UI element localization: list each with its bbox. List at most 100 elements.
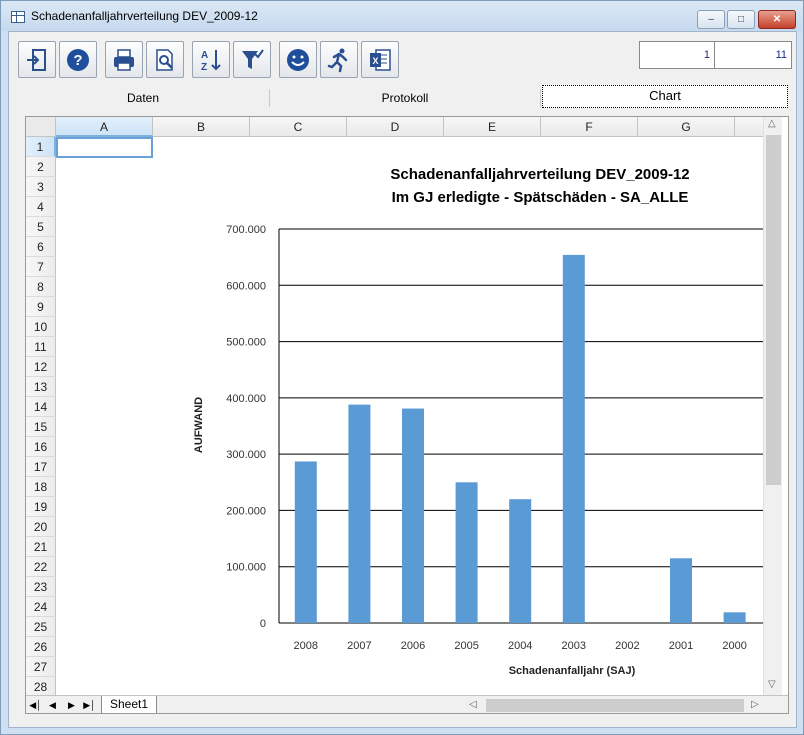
- row-header-1[interactable]: 1: [26, 137, 56, 157]
- row-header-26[interactable]: 26: [26, 637, 56, 657]
- chart-title: Schadenanfalljahrverteilung DEV_2009-12: [390, 166, 689, 183]
- row-header-6[interactable]: 6: [26, 237, 56, 257]
- excel-button[interactable]: X: [361, 41, 399, 78]
- row-header-24[interactable]: 24: [26, 597, 56, 617]
- row-header-9[interactable]: 9: [26, 297, 56, 317]
- x-tick-label: 2001: [669, 640, 693, 652]
- title-bar: Schadenanfalljahrverteilung DEV_2009-12 …: [1, 1, 803, 31]
- minimize-button[interactable]: –: [697, 10, 725, 29]
- printer-icon: [114, 48, 134, 71]
- bar-2003: [562, 254, 585, 623]
- row-header-23[interactable]: 23: [26, 577, 56, 597]
- vertical-scrollbar[interactable]: △ ▽: [763, 117, 782, 695]
- column-header-c[interactable]: C: [250, 117, 347, 137]
- x-tick-label: 2004: [508, 640, 532, 652]
- help-button[interactable]: ?: [59, 41, 97, 78]
- counter-total: 11: [714, 41, 792, 69]
- row-header-8[interactable]: 8: [26, 277, 56, 297]
- filter-button[interactable]: [233, 41, 271, 78]
- excel-icon: X: [370, 48, 391, 71]
- exit-button[interactable]: [18, 41, 56, 78]
- scroll-right-icon[interactable]: ▷: [751, 699, 759, 710]
- help-icon: ?: [67, 48, 89, 71]
- row-header-20[interactable]: 20: [26, 517, 56, 537]
- print-button[interactable]: [105, 41, 143, 78]
- x-axis-ticks: 20082007200620052004200320022001200019: [294, 640, 747, 652]
- column-header-g[interactable]: G: [638, 117, 735, 137]
- row-header-14[interactable]: 14: [26, 397, 56, 417]
- x-tick-label: 2005: [454, 640, 478, 652]
- row-header-28[interactable]: 28: [26, 677, 56, 697]
- bar-2005: [455, 482, 478, 623]
- row-header-27[interactable]: 27: [26, 657, 56, 677]
- row-header-18[interactable]: 18: [26, 477, 56, 497]
- bar-2006: [402, 408, 424, 623]
- bar-2008: [294, 461, 317, 623]
- row-header-4[interactable]: 4: [26, 197, 56, 217]
- column-header-e[interactable]: E: [444, 117, 541, 137]
- print-preview-button[interactable]: [146, 41, 184, 78]
- bar-2001: [670, 558, 692, 623]
- column-header-d[interactable]: D: [347, 117, 444, 137]
- y-tick-label: 600.000: [226, 280, 266, 292]
- counter-current: 1: [639, 41, 715, 69]
- prev-sheet-icon[interactable]: ◀: [45, 698, 60, 713]
- sort-button[interactable]: A Z: [192, 41, 230, 78]
- select-all-corner[interactable]: [26, 117, 56, 137]
- smiley-icon: [287, 48, 309, 71]
- row-header-21[interactable]: 21: [26, 537, 56, 557]
- app-window: Schadenanfalljahrverteilung DEV_2009-12 …: [0, 0, 804, 735]
- toolbar: ? A Z X 1 11: [9, 32, 796, 84]
- smiley-button[interactable]: [279, 41, 317, 78]
- row-header-15[interactable]: 15: [26, 417, 56, 437]
- row-header-2[interactable]: 2: [26, 157, 56, 177]
- horizontal-scrollbar[interactable]: ◁ ▷: [466, 697, 763, 713]
- scroll-down-icon[interactable]: ▽: [768, 679, 776, 690]
- y-tick-label: 700.000: [226, 224, 266, 236]
- row-header-12[interactable]: 12: [26, 357, 56, 377]
- column-header-a[interactable]: A: [56, 117, 153, 137]
- row-header-11[interactable]: 11: [26, 337, 56, 357]
- scroll-up-icon[interactable]: △: [768, 118, 776, 129]
- row-header-13[interactable]: 13: [26, 377, 56, 397]
- scroll-left-icon[interactable]: ◁: [469, 699, 477, 710]
- y-axis-ticks: 0 100.000 200.000 300.000 400.000 500.000 600.…: [226, 224, 266, 630]
- y-tick-label: 0: [260, 618, 266, 630]
- run-button[interactable]: [320, 41, 358, 78]
- filter-icon: [242, 48, 264, 69]
- y-tick-label: 200.000: [226, 505, 266, 517]
- row-header-17[interactable]: 17: [26, 457, 56, 477]
- bar-2004: [509, 499, 532, 623]
- tab-protokoll[interactable]: Protokoll: [270, 86, 540, 110]
- last-sheet-icon[interactable]: ▶│: [82, 698, 97, 713]
- svg-text:X: X: [372, 56, 378, 66]
- vertical-scroll-thumb[interactable]: [766, 135, 781, 485]
- first-sheet-icon[interactable]: ◀│: [28, 698, 43, 713]
- row-header-7[interactable]: 7: [26, 257, 56, 277]
- row-header-16[interactable]: 16: [26, 437, 56, 457]
- row-header-10[interactable]: 10: [26, 317, 56, 337]
- x-tick-label: 2007: [347, 640, 371, 652]
- x-tick-label: 2002: [615, 640, 639, 652]
- horizontal-scroll-thumb[interactable]: [486, 699, 744, 712]
- column-header-f[interactable]: F: [541, 117, 638, 137]
- row-header-5[interactable]: 5: [26, 217, 56, 237]
- maximize-button[interactable]: □: [727, 10, 755, 29]
- tab-daten[interactable]: Daten: [17, 86, 269, 110]
- column-header-b[interactable]: B: [153, 117, 250, 137]
- sheet-tab-sheet1[interactable]: Sheet1: [101, 696, 158, 713]
- close-button[interactable]: ✕: [758, 10, 796, 29]
- exit-icon: [27, 48, 46, 71]
- row-header-3[interactable]: 3: [26, 177, 56, 197]
- tab-chart[interactable]: Chart: [542, 85, 788, 108]
- next-sheet-icon[interactable]: ▶: [64, 698, 79, 713]
- x-axis-label: Schadenanfalljahr (SAJ): [509, 665, 636, 677]
- row-header-25[interactable]: 25: [26, 617, 56, 637]
- sheet-bar: ◀│ ◀ ▶ ▶│ Sheet1 ◁ ▷: [26, 695, 788, 713]
- row-header-22[interactable]: 22: [26, 557, 56, 577]
- y-tick-label: 500.000: [226, 337, 266, 349]
- svg-text:A: A: [201, 50, 208, 61]
- row-header-19[interactable]: 19: [26, 497, 56, 517]
- sort-az-icon: A Z: [201, 49, 221, 73]
- y-tick-label: 300.000: [226, 449, 266, 461]
